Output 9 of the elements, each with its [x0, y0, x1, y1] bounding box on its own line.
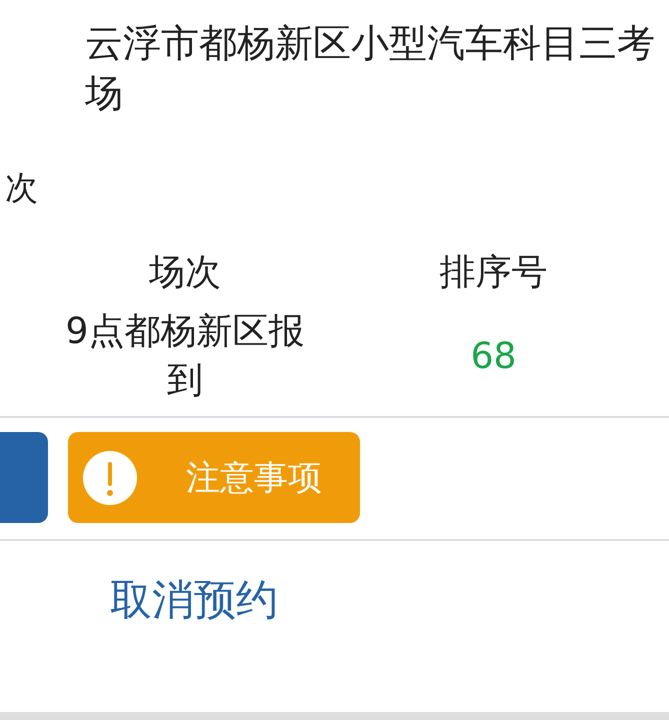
table-cell-text: 9点都杨新区报到 [65, 310, 305, 403]
partial-button[interactable] [0, 432, 48, 523]
cancel-link[interactable]: 取消预约 [110, 575, 278, 625]
exclamation-icon [82, 450, 138, 506]
venue-title: 云浮市都杨新区小型汽车科目三考场 [85, 20, 656, 117]
field-label: 次 [5, 168, 38, 208]
column-header: 排序号 [440, 251, 548, 295]
column-header: 场次 [149, 251, 221, 295]
order-number: 68 [470, 334, 516, 378]
